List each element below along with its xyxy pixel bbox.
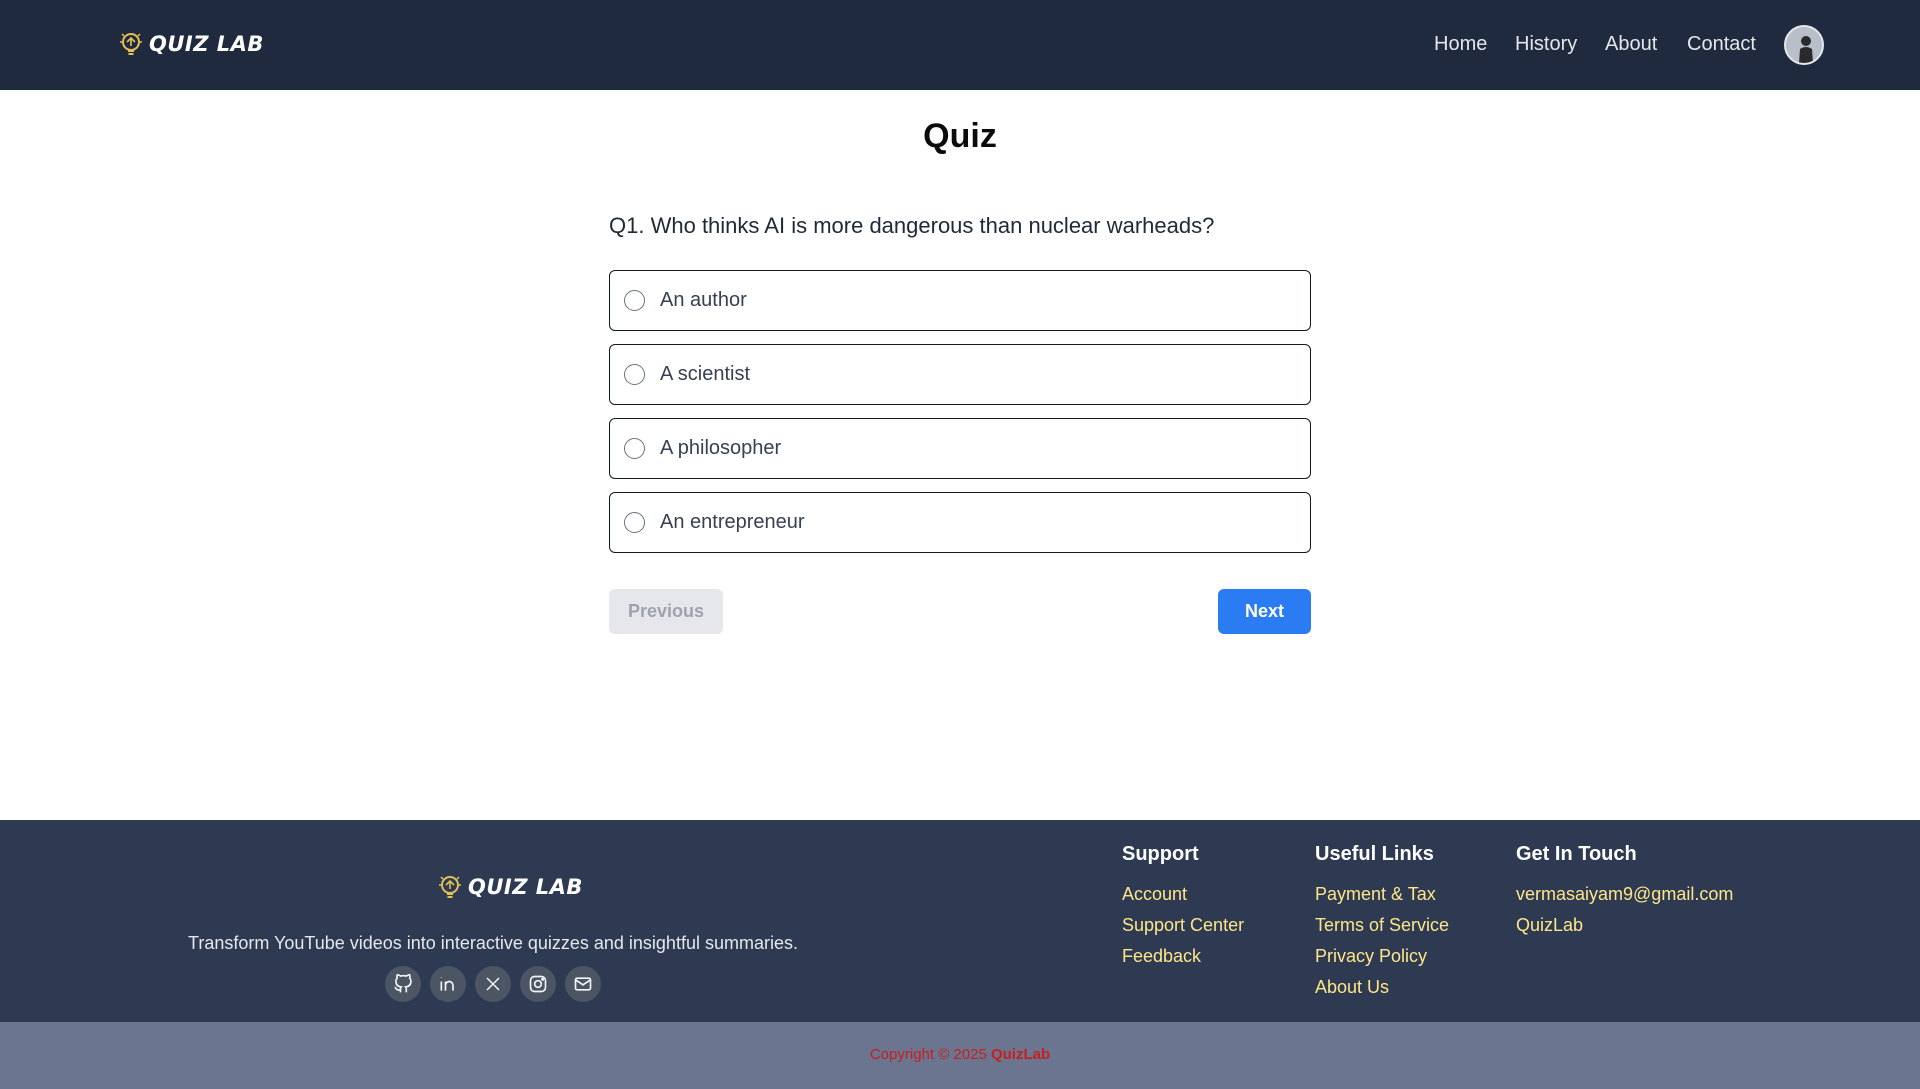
page-title: Quiz [923, 117, 997, 155]
nav-about[interactable]: About [1605, 33, 1657, 56]
brand-logo[interactable]: QUIZ LAB [117, 30, 264, 58]
nav-home[interactable]: Home [1434, 33, 1487, 56]
answer-option-3[interactable]: A philosopher [609, 418, 1311, 479]
footer-link-about-us[interactable]: About Us [1315, 972, 1449, 1003]
answer-option-label: A scientist [660, 363, 751, 385]
footer-link-feedback[interactable]: Feedback [1122, 941, 1244, 972]
top-navbar: QUIZ LAB Home History About Contact [0, 0, 1920, 90]
copyright-prefix: Copyright © 2025 [869, 1046, 987, 1063]
answer-option-label: An entrepreneur [660, 511, 805, 533]
linkedin-icon [440, 977, 454, 991]
github-icon [394, 974, 412, 993]
nav-history[interactable]: History [1515, 33, 1577, 56]
footer-link-terms[interactable]: Terms of Service [1315, 910, 1449, 941]
useful-links-heading: Useful Links [1315, 843, 1434, 865]
question-body: Who thinks AI is more dangerous than nuc… [650, 213, 1215, 238]
instagram-icon [529, 975, 547, 993]
question-text: Q1. Who thinks AI is more dangerous than… [609, 213, 1214, 239]
get-in-touch-heading: Get In Touch [1516, 843, 1637, 865]
answer-option-1[interactable]: An author [609, 270, 1311, 331]
x-icon [486, 977, 500, 991]
footer-brand-name: QUIZ LAB [468, 875, 583, 899]
footer-link-privacy[interactable]: Privacy Policy [1315, 941, 1449, 972]
footer-link-quizlab[interactable]: QuizLab [1516, 910, 1733, 941]
footer-link-email[interactable]: vermasaiyam9@gmail.com [1516, 879, 1733, 910]
footer-contact-column: Get In Touch vermasaiyam9@gmail.com Quiz… [1516, 843, 1733, 941]
copyright-bar: Copyright © 2025 QuizLab [0, 1022, 1920, 1089]
footer-brand-logo[interactable]: QUIZ LAB [436, 873, 583, 901]
next-button[interactable]: Next [1218, 589, 1311, 634]
radio-button[interactable] [624, 438, 645, 459]
github-link[interactable] [385, 966, 421, 1002]
footer-useful-links-column: Useful Links Payment & Tax Terms of Serv… [1315, 843, 1449, 1003]
radio-button[interactable] [624, 364, 645, 385]
footer-link-support-center[interactable]: Support Center [1122, 910, 1244, 941]
answer-option-4[interactable]: An entrepreneur [609, 492, 1311, 553]
social-links [385, 966, 601, 1002]
user-photo-icon [1786, 27, 1822, 63]
copyright-text: Copyright © 2025 QuizLab [0, 1022, 1920, 1063]
support-heading: Support [1122, 843, 1199, 865]
x-link[interactable] [475, 966, 511, 1002]
answer-option-label: An author [660, 289, 747, 311]
mail-link[interactable] [565, 966, 601, 1002]
radio-button[interactable] [624, 290, 645, 311]
lightbulb-brain-icon [120, 33, 142, 55]
answer-option-2[interactable]: A scientist [609, 344, 1311, 405]
instagram-link[interactable] [520, 966, 556, 1002]
footer-link-payment-tax[interactable]: Payment & Tax [1315, 879, 1449, 910]
question-number: Q1. [609, 213, 645, 238]
copyright-brand: QuizLab [990, 1046, 1051, 1063]
footer-tagline: Transform YouTube videos into interactiv… [188, 933, 798, 953]
brand-name: QUIZ LAB [149, 32, 264, 56]
footer-link-account[interactable]: Account [1122, 879, 1244, 910]
user-avatar[interactable] [1784, 25, 1824, 65]
radio-button[interactable] [624, 512, 645, 533]
answer-option-label: A philosopher [660, 437, 782, 459]
lightbulb-brain-icon [439, 876, 461, 898]
footer-support-column: Support Account Support Center Feedback [1122, 843, 1244, 972]
nav-contact[interactable]: Contact [1687, 33, 1756, 56]
mail-icon [574, 977, 592, 991]
previous-button[interactable]: Previous [609, 589, 723, 634]
linkedin-link[interactable] [430, 966, 466, 1002]
